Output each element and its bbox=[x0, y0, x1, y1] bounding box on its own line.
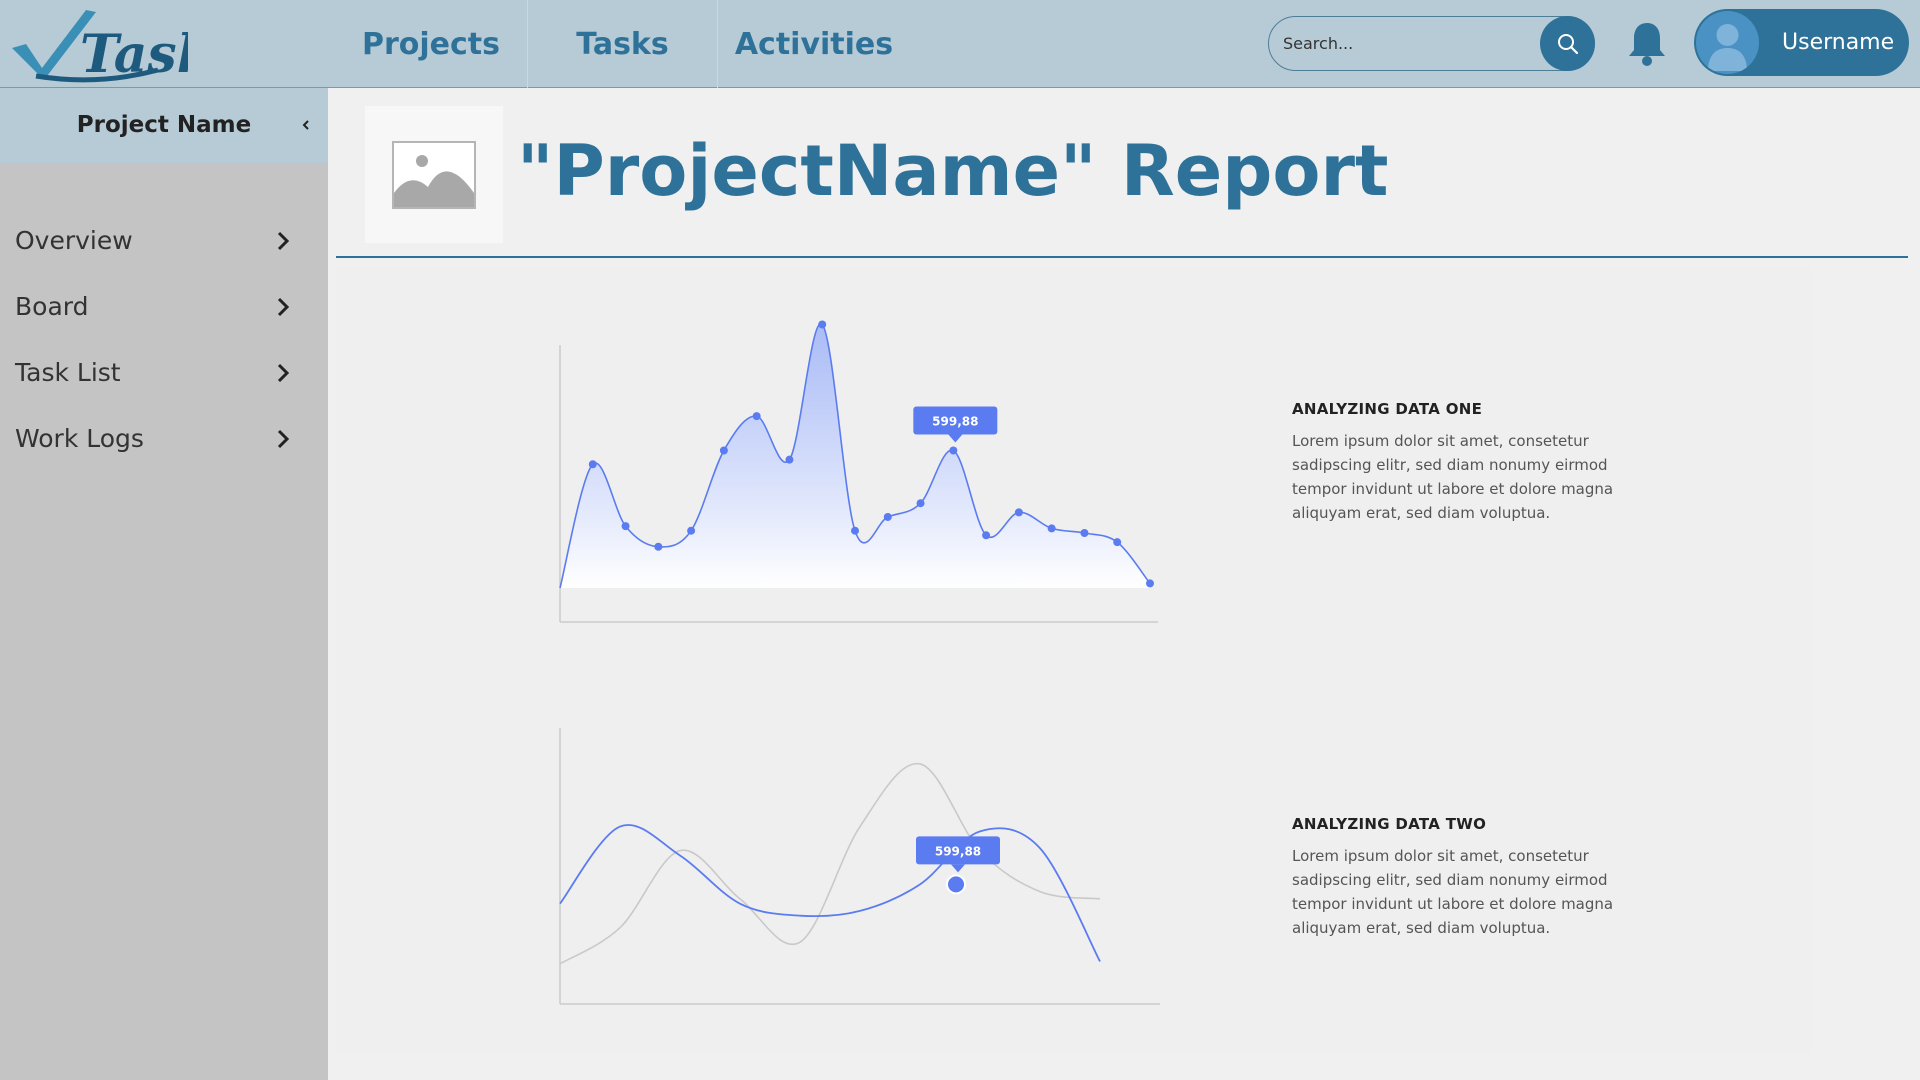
analysis-title: ANALYZING DATA TWO bbox=[1292, 815, 1487, 833]
data-point[interactable] bbox=[719, 446, 728, 455]
user-avatar-icon bbox=[1708, 24, 1747, 71]
data-point[interactable] bbox=[1047, 524, 1056, 533]
analysis-block-one: ANALYZING DATA ONE Lorem ipsum dolor sit… bbox=[1292, 400, 1632, 525]
analysis-title: ANALYZING DATA ONE bbox=[1292, 400, 1483, 418]
username-label: Username bbox=[1782, 30, 1895, 55]
image-placeholder-icon bbox=[392, 141, 476, 209]
analysis-block-two: ANALYZING DATA TWO Lorem ipsum dolor sit… bbox=[1292, 815, 1632, 940]
highlighted-point[interactable] bbox=[946, 874, 966, 895]
page-title: "ProjectName" Report bbox=[517, 130, 1389, 212]
sidebar-item-label: Work Logs bbox=[15, 424, 144, 453]
sidebar-item-work-logs[interactable]: Work Logs bbox=[0, 414, 328, 464]
nav-tab-tasks[interactable]: Tasks bbox=[527, 0, 717, 88]
tooltip-label: 599,88 bbox=[932, 415, 978, 429]
data-point[interactable] bbox=[621, 522, 630, 531]
tooltip-label: 599,88 bbox=[935, 844, 981, 858]
chevron-right-icon bbox=[277, 363, 290, 383]
title-divider bbox=[336, 256, 1908, 258]
data-point[interactable] bbox=[851, 526, 859, 535]
chart-analyzing-data-one: 599,88 bbox=[559, 320, 1158, 623]
chevron-right-icon bbox=[277, 297, 290, 317]
project-image bbox=[365, 106, 503, 243]
data-point[interactable] bbox=[785, 455, 794, 464]
data-point[interactable] bbox=[883, 512, 892, 521]
data-point[interactable] bbox=[1014, 508, 1023, 517]
sidebar-header: Project Name bbox=[0, 88, 328, 163]
data-point[interactable] bbox=[916, 499, 925, 508]
search-button[interactable] bbox=[1540, 16, 1595, 71]
nav-tab-projects[interactable]: Projects bbox=[335, 0, 527, 88]
tooltip-pointer bbox=[951, 864, 965, 873]
tasky-logo[interactable]: Tasky bbox=[8, 4, 188, 84]
search-box bbox=[1268, 16, 1595, 71]
chevron-right-icon bbox=[277, 231, 290, 251]
sidebar-project-name: Project Name bbox=[76, 112, 252, 138]
chevron-left-icon[interactable] bbox=[296, 115, 316, 135]
analysis-text: Lorem ipsum dolor sit amet, consetetur s… bbox=[1292, 432, 1614, 522]
series-line bbox=[559, 763, 1101, 965]
data-point[interactable] bbox=[654, 542, 663, 551]
series-line bbox=[559, 824, 1101, 962]
bell-icon[interactable] bbox=[1625, 20, 1669, 68]
data-point[interactable] bbox=[818, 320, 827, 329]
data-point[interactable] bbox=[1113, 538, 1122, 547]
nav-tab-activities[interactable]: Activities bbox=[717, 0, 910, 88]
sidebar-item-overview[interactable]: Overview bbox=[0, 216, 328, 266]
user-menu[interactable]: Username bbox=[1694, 9, 1909, 76]
search-icon bbox=[1557, 33, 1578, 54]
chevron-right-icon bbox=[277, 429, 290, 449]
tooltip: 599,88 bbox=[916, 836, 1000, 873]
data-point[interactable] bbox=[588, 460, 597, 469]
chart-analyzing-data-two: 599,88 bbox=[559, 728, 1160, 1005]
data-point[interactable] bbox=[1080, 529, 1089, 537]
avatar bbox=[1696, 11, 1759, 74]
data-point[interactable] bbox=[1146, 579, 1154, 588]
sidebar-item-label: Board bbox=[15, 292, 89, 321]
tooltip-pointer bbox=[948, 434, 963, 443]
sidebar-item-label: Overview bbox=[15, 226, 133, 255]
top-bar: Tasky Projects Tasks Activities Username bbox=[0, 0, 1920, 88]
data-point[interactable] bbox=[982, 531, 991, 540]
sidebar-item-task-list[interactable]: Task List bbox=[0, 348, 328, 398]
sidebar-item-label: Task List bbox=[15, 358, 121, 387]
sidebar-item-board[interactable]: Board bbox=[0, 282, 328, 332]
data-point[interactable] bbox=[687, 526, 696, 535]
sidebar: Project Name Overview Board Task List Wo… bbox=[0, 88, 328, 1080]
data-point[interactable] bbox=[752, 412, 761, 421]
analysis-text: Lorem ipsum dolor sit amet, consetetur s… bbox=[1292, 847, 1614, 937]
search-input[interactable] bbox=[1283, 17, 1523, 70]
tooltip: 599,88 bbox=[913, 406, 998, 443]
data-point[interactable] bbox=[949, 446, 958, 455]
area-fill bbox=[560, 323, 1150, 588]
main-nav: Projects Tasks Activities bbox=[335, 0, 910, 88]
